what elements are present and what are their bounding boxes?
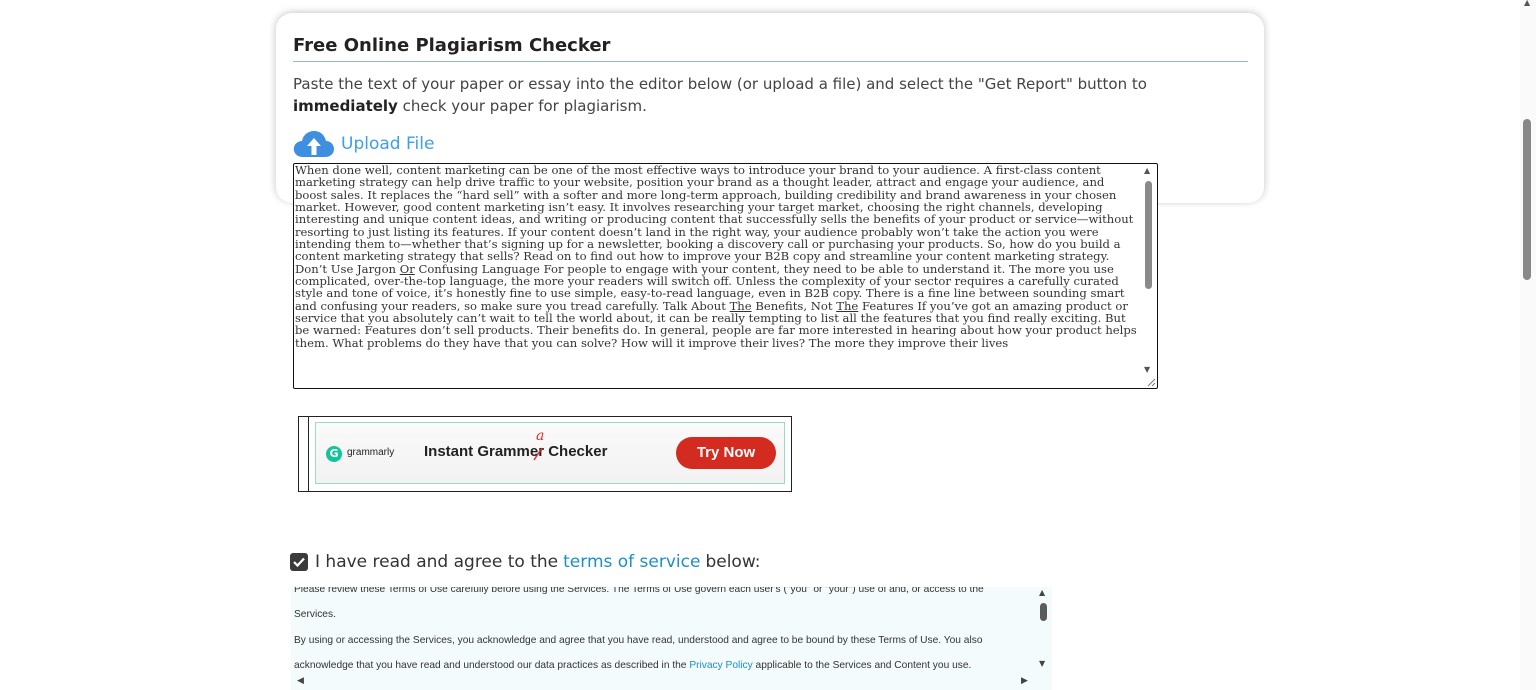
essay-text-part: When done well, content marketing can be… — [295, 163, 1134, 276]
intro-text: Paste the text of your paper or essay in… — [293, 73, 1253, 117]
ad-frame-line — [308, 417, 309, 491]
terms-box[interactable]: Please review these Terms of Use careful… — [291, 587, 1052, 690]
scroll-left-icon[interactable]: ◀ — [297, 676, 304, 686]
editor-scrollbar[interactable]: ▲ ▼ — [1142, 166, 1155, 374]
essay-textarea[interactable]: When done well, content marketing can be… — [293, 163, 1158, 389]
terms-line: Services. — [294, 609, 336, 620]
terms-of-service-link[interactable]: terms of service — [563, 552, 700, 572]
agree-checkbox[interactable] — [290, 553, 308, 571]
strike-through-icon — [533, 447, 543, 461]
agree-label-trail: below: — [705, 552, 761, 572]
terms-line: applicable to the Services and Content y… — [752, 660, 972, 671]
editor-scroll-thumb[interactable] — [1145, 181, 1152, 289]
checkmark-icon — [293, 557, 305, 568]
ad-headline: Instant Grammer Checker — [424, 443, 608, 460]
terms-agreement: I have read and agree to the terms of se… — [290, 552, 761, 572]
intro-text-start: Paste the text of your paper or essay in… — [293, 75, 1147, 93]
scroll-up-icon[interactable]: ▲ — [1144, 166, 1150, 175]
terms-horizontal-scrollbar[interactable]: ◀ ▶ — [291, 673, 1052, 690]
privacy-policy-link[interactable]: Privacy Policy — [689, 660, 752, 671]
ad-correction-mark: a — [536, 428, 545, 444]
scroll-up-icon[interactable]: ▲ — [1524, 0, 1530, 7]
terms-line: Please review these Terms of Use careful… — [294, 587, 984, 595]
terms-paragraph: By using or accessing the Services, you … — [294, 628, 1032, 678]
ad-banner[interactable]: G grammarly Instant Grammer Checker a Tr… — [315, 422, 785, 484]
scroll-right-icon[interactable]: ▶ — [1021, 676, 1028, 686]
ad-brand-name: grammarly — [347, 447, 395, 458]
title-divider — [293, 61, 1248, 62]
intro-emphasis: immediately — [293, 97, 398, 115]
page-title: Free Online Plagiarism Checker — [293, 35, 611, 56]
upload-file-button[interactable]: Upload File — [293, 128, 434, 160]
cloud-upload-icon — [293, 131, 334, 157]
terms-content: Please review these Terms of Use careful… — [294, 587, 1032, 679]
agree-label: I have read and agree to the — [315, 552, 559, 572]
essay-text: When done well, content marketing can be… — [295, 164, 1138, 349]
try-now-button[interactable]: Try Now — [676, 437, 776, 469]
terms-vertical-scrollbar[interactable]: ▲ ▼ — [1034, 587, 1052, 673]
page-scrollbar[interactable]: ▲ — [1520, 0, 1536, 690]
grammarly-ad[interactable]: G grammarly Instant Grammer Checker a Tr… — [298, 416, 792, 492]
terms-scroll-thumb[interactable] — [1040, 603, 1047, 621]
resize-handle-icon[interactable] — [1146, 377, 1156, 387]
grammarly-logo-icon: G — [326, 446, 342, 462]
terms-paragraph: Please review these Terms of Use careful… — [294, 587, 1032, 627]
scroll-down-icon[interactable]: ▼ — [1039, 659, 1045, 668]
upload-file-label: Upload File — [341, 134, 435, 154]
scroll-down-icon[interactable]: ▼ — [1144, 365, 1150, 374]
intro-text-end: check your paper for plagiarism. — [397, 97, 647, 115]
page-scroll-thumb[interactable] — [1523, 119, 1531, 280]
scroll-up-icon[interactable]: ▲ — [1039, 588, 1045, 597]
